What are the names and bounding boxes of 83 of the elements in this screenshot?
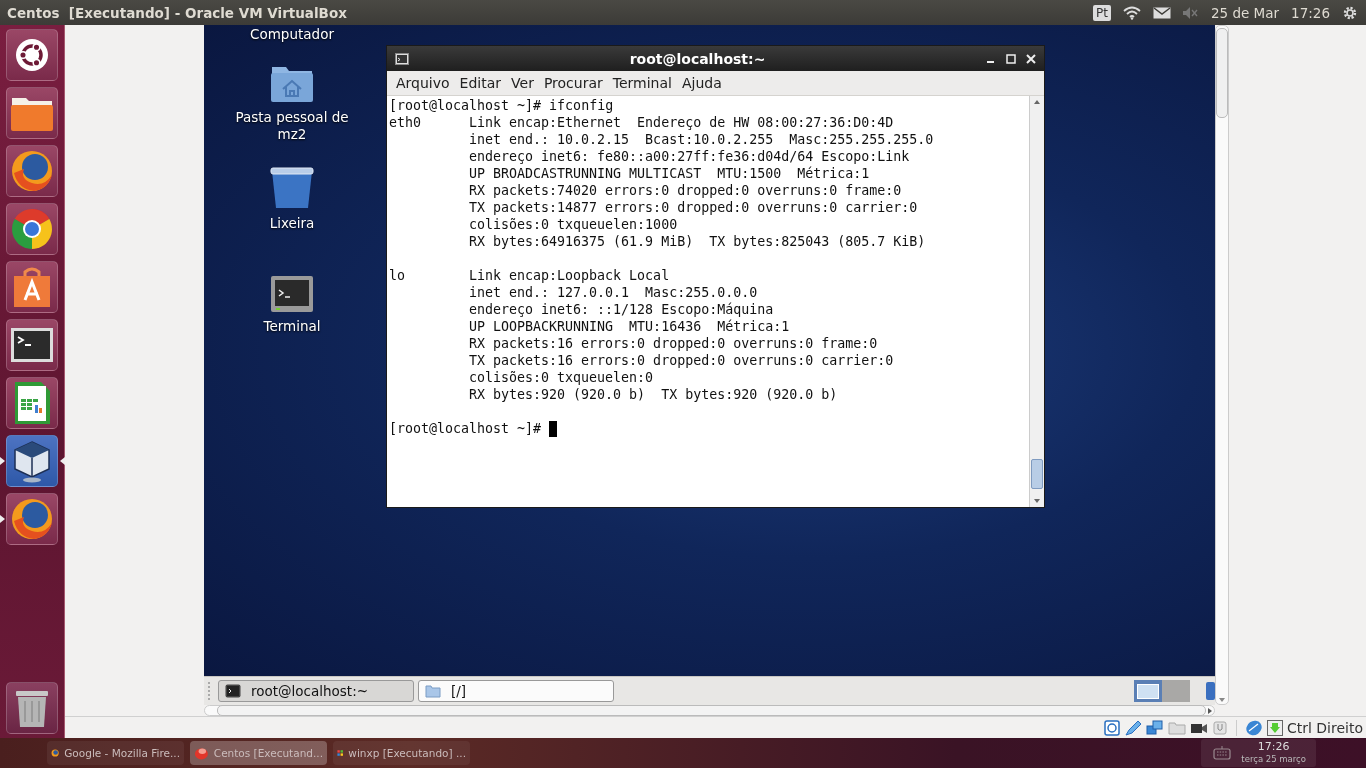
home-folder-icon[interactable]: [270, 65, 314, 103]
terminal-line: TX packets:16 errors:0 dropped:0 overruns:0 carrier:0: [469, 352, 894, 369]
scrollbar-thumb[interactable]: [1216, 28, 1228, 118]
menu-item[interactable]: Ajuda: [676, 75, 727, 91]
keyboard-indicator[interactable]: Pt: [1093, 4, 1111, 21]
shopping-bag-icon: [12, 266, 52, 308]
terminal-line: UP BROADCASTRUNNING MULTICAST MTU:1500 Métrica:1: [469, 165, 871, 182]
terminal-line: RX bytes:920 (920.0 b) TX bytes:920 (920.0 b): [469, 386, 839, 403]
launcher-button[interactable]: [6, 435, 58, 487]
vm-icon: [194, 745, 209, 761]
menu-item[interactable]: Terminal: [607, 75, 677, 91]
terminal-icon: [395, 52, 409, 65]
interface-name: lo: [389, 267, 406, 285]
terminal-prompt: [root@localhost ~]#: [389, 420, 542, 437]
trash-bin-icon[interactable]: [270, 167, 314, 209]
desktop-icon-label[interactable]: Terminal: [227, 318, 357, 335]
launcher-button[interactable]: [6, 203, 58, 255]
scrollbar-thumb[interactable]: [1031, 459, 1043, 489]
terminal-line: RX bytes:64916375 (61.9 MiB) TX bytes:825043 (805.7 KiB): [469, 233, 927, 250]
terminal-icon: [10, 327, 54, 363]
taskbar-button[interactable]: winxp [Executando] ...: [333, 741, 470, 765]
taskbar-button[interactable]: Google - Mozilla Fire...: [47, 741, 184, 765]
terminal-line: colisões:0 txqueuelen:1000: [469, 216, 679, 233]
host-key-label: Ctrl Direito: [1286, 720, 1363, 736]
terminal-line: UP LOOPBACKRUNNING MTU:16436 Métrica:1: [469, 318, 791, 335]
gear-icon[interactable]: [1342, 4, 1358, 21]
cube-icon: [11, 439, 53, 483]
task-button[interactable]: [/]: [418, 680, 614, 702]
menu-item[interactable]: Ver: [506, 75, 539, 91]
interface-name: eth0: [389, 114, 423, 132]
terminal-line: inet end.: 10.0.2.15 Bcast:10.0.2.255 Masc:255.255.255.0: [469, 131, 934, 148]
menu-item[interactable]: Procurar: [538, 75, 608, 91]
launcher-button[interactable]: [6, 377, 58, 429]
envelope-icon[interactable]: [1153, 6, 1171, 19]
launcher-button[interactable]: [6, 87, 58, 139]
globe-icon: [10, 497, 54, 541]
date-text[interactable]: 25 de Mar: [1211, 4, 1280, 21]
workspace-button[interactable]: [1134, 680, 1162, 702]
desktop-icon-label[interactable]: Computador: [227, 26, 357, 43]
terminal-icon[interactable]: [271, 276, 313, 312]
mouse-icon[interactable]: [1244, 719, 1263, 737]
launcher-button[interactable]: [6, 261, 58, 313]
terminal-line: inet end.: 127.0.0.1 Masc:255.0.0.0: [469, 284, 759, 301]
window-title: root@localhost:~: [628, 50, 767, 67]
terminal-line: RX packets:74020 errors:0 dropped:0 overruns:0 frame:0: [469, 182, 903, 199]
camera-icon[interactable]: [1189, 721, 1208, 735]
scrollbar[interactable]: [1215, 25, 1229, 705]
menu-item[interactable]: Editar: [454, 75, 507, 91]
task-button[interactable]: root@localhost:~: [218, 680, 414, 702]
globe-icon: [10, 149, 54, 193]
muted-speaker-icon[interactable]: [1183, 6, 1199, 19]
clock-date[interactable]: terça 25 março: [1241, 753, 1306, 765]
terminal-line: endereço inet6: fe80::a00:27ff:fe36:d04d/64 Escopo:Link: [469, 148, 911, 165]
download-icon[interactable]: [1266, 720, 1283, 736]
launcher-button[interactable]: [6, 319, 58, 371]
terminal-line: endereço inet6: ::1/128 Escopo:Máquina: [469, 301, 775, 318]
window-title: Centos [Executando] - Oracle VM VirtualBox: [7, 4, 347, 21]
terminal-line: TX packets:14877 errors:0 dropped:0 overruns:0 carrier:0: [469, 199, 919, 216]
colored-ring-icon: [10, 207, 54, 251]
scroll-down-icon[interactable]: [1217, 696, 1227, 704]
terminal-line: [root@localhost ~]# ifconfig: [389, 98, 614, 113]
close-icon[interactable]: [1026, 53, 1036, 64]
keyboard-icon[interactable]: [1213, 746, 1232, 760]
scrollbar[interactable]: [1029, 96, 1044, 507]
desktop-icon-label[interactable]: Pasta pessoal de mz2: [227, 109, 357, 143]
terminal-line: Link encap:Ethernet Endereço de HW 08:00:27:36:D0:4D: [469, 114, 895, 131]
network-icon[interactable]: [1145, 720, 1164, 736]
folder-icon: [425, 684, 441, 698]
launcher-button[interactable]: [6, 29, 58, 81]
terminal-icon: [225, 684, 241, 698]
pen-icon[interactable]: [1123, 720, 1142, 736]
launcher-button[interactable]: [6, 682, 58, 734]
menu-item[interactable]: Arquivo: [391, 75, 455, 91]
terminal-line: colisões:0 txqueuelen:0: [469, 369, 655, 386]
terminal-line: RX packets:16 errors:0 dropped:0 overruns:0 frame:0: [469, 335, 879, 352]
circle-logo-icon: [15, 38, 49, 72]
terminal-line: Link encap:Loopback Local: [469, 267, 671, 284]
maximize-icon[interactable]: [1006, 53, 1016, 64]
clock-time[interactable]: 17:26: [1257, 741, 1290, 753]
clock-text[interactable]: 17:26: [1291, 4, 1330, 21]
spreadsheet-icon: [13, 381, 51, 425]
wifi-icon[interactable]: [1123, 5, 1141, 20]
desktop-icon-label[interactable]: Lixeira: [227, 215, 357, 232]
